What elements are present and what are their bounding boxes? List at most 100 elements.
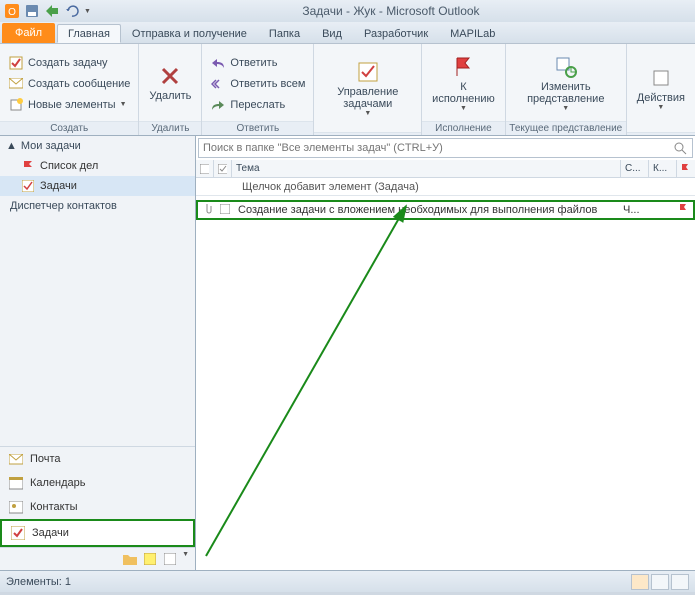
- create-task-label: Создать задачу: [28, 57, 108, 69]
- group-create: Создать задачу Создать сообщение Новые э…: [0, 44, 139, 135]
- svg-text:O: O: [8, 7, 16, 18]
- followup-button[interactable]: К исполнению ▼: [426, 53, 501, 115]
- manage-tasks-button[interactable]: Управление задачами ▼: [318, 58, 417, 120]
- flag-icon: [20, 158, 36, 174]
- save-icon[interactable]: [24, 3, 40, 19]
- new-items-icon: [8, 97, 24, 113]
- change-view-button[interactable]: Изменить представление ▼: [510, 53, 622, 115]
- quick-access-toolbar: O ▼: [4, 3, 91, 19]
- undo-icon[interactable]: [64, 3, 80, 19]
- tab-mapilab[interactable]: MAPILab: [439, 24, 506, 43]
- sendall-icon[interactable]: [44, 3, 60, 19]
- col-c[interactable]: С...: [621, 160, 649, 177]
- sidebar-item-todolist[interactable]: Список дел: [0, 156, 195, 176]
- new-task-row[interactable]: Щелчок добавит элемент (Задача): [196, 178, 695, 196]
- change-view-label: Изменить представление: [516, 81, 616, 105]
- create-task-button[interactable]: Создать задачу: [4, 53, 134, 73]
- delete-button[interactable]: Удалить: [143, 62, 197, 104]
- task-row[interactable]: Создание задачи с вложением необходимых …: [196, 200, 695, 220]
- replyall-button[interactable]: Ответить всем: [206, 74, 309, 94]
- group-manage-label: [314, 132, 421, 135]
- forward-icon: [210, 97, 226, 113]
- nav-mail[interactable]: Почта: [0, 447, 195, 471]
- chevron-down-icon: ▼: [120, 101, 127, 108]
- create-message-button[interactable]: Создать сообщение: [4, 74, 134, 94]
- status-items: Элементы: 1: [6, 576, 71, 588]
- nav-contacts-label: Контакты: [30, 501, 78, 513]
- tab-file[interactable]: Файл: [2, 23, 55, 43]
- group-reply-label: Ответить: [202, 121, 313, 135]
- view-reading-button[interactable]: [651, 574, 669, 590]
- group-reply: Ответить Ответить всем Переслать Ответит…: [202, 44, 314, 135]
- group-actions-label: [627, 132, 695, 135]
- chevron-down-icon: ▼: [562, 105, 569, 113]
- chevron-down-icon: ▼: [657, 104, 664, 112]
- task-attachment-icon: [198, 203, 216, 218]
- tab-developer[interactable]: Разработчик: [353, 24, 439, 43]
- nav-tasks[interactable]: Задачи: [0, 519, 195, 547]
- forward-button[interactable]: Переслать: [206, 95, 309, 115]
- sidebar-item-tasks[interactable]: Задачи: [0, 176, 195, 196]
- col-complete[interactable]: [214, 160, 232, 177]
- actions-button[interactable]: Действия ▼: [631, 64, 691, 114]
- create-message-label: Создать сообщение: [28, 78, 130, 90]
- group-exec: К исполнению ▼ Исполнение: [422, 44, 506, 135]
- column-headers: Тема С... К...: [196, 160, 695, 178]
- new-items-button[interactable]: Новые элементы▼: [4, 95, 134, 115]
- replyall-label: Ответить всем: [230, 78, 305, 90]
- actions-icon: [649, 66, 673, 90]
- reply-label: Ответить: [230, 57, 277, 69]
- contact-dispatcher[interactable]: Диспетчер контактов: [0, 196, 195, 216]
- group-exec-label: Исполнение: [422, 121, 505, 135]
- reply-icon: [210, 55, 226, 71]
- reply-button[interactable]: Ответить: [206, 53, 309, 73]
- nav-contacts[interactable]: Контакты: [0, 495, 195, 519]
- group-create-label: Создать: [0, 121, 138, 135]
- group-actions: Действия ▼: [627, 44, 695, 135]
- col-subject[interactable]: Тема: [232, 160, 621, 177]
- status-bar: Элементы: 1: [0, 570, 695, 592]
- shortcuts-icon[interactable]: [162, 551, 178, 567]
- task-complete-checkbox[interactable]: [216, 204, 234, 217]
- view-normal-button[interactable]: [631, 574, 649, 590]
- search-box[interactable]: [198, 138, 693, 158]
- mail-icon: [8, 451, 24, 467]
- tab-view[interactable]: Вид: [311, 24, 353, 43]
- tab-home[interactable]: Главная: [57, 24, 121, 43]
- col-flag[interactable]: [677, 160, 695, 177]
- tab-sendreceive[interactable]: Отправка и получение: [121, 24, 258, 43]
- search-icon[interactable]: [672, 140, 688, 156]
- view-todo-button[interactable]: [671, 574, 689, 590]
- view-switcher: [631, 574, 689, 590]
- nav-mail-label: Почта: [30, 453, 61, 465]
- change-view-icon: [554, 55, 578, 79]
- tab-folder[interactable]: Папка: [258, 24, 311, 43]
- expand-icon: ▲: [6, 140, 17, 152]
- search-input[interactable]: [203, 142, 672, 154]
- title-bar: O ▼ Задачи - Жук - Microsoft Outlook: [0, 0, 695, 22]
- task-icon: [8, 55, 24, 71]
- calendar-icon: [8, 475, 24, 491]
- actions-label: Действия: [637, 92, 685, 104]
- nav-calendar[interactable]: Календарь: [0, 471, 195, 495]
- main-area: ▲Мои задачи Список дел Задачи Диспетчер …: [0, 136, 695, 570]
- nav-config-icon[interactable]: ▼: [182, 551, 189, 567]
- col-k[interactable]: К...: [649, 160, 677, 177]
- nav-shortcuts: ▼: [0, 547, 195, 570]
- task-icon: [10, 525, 26, 541]
- group-manage: Управление задачами ▼: [314, 44, 422, 135]
- task-flag-icon[interactable]: [675, 204, 693, 217]
- outlook-icon: O: [4, 3, 20, 19]
- forward-label: Переслать: [230, 99, 285, 111]
- folder-icon[interactable]: [122, 551, 138, 567]
- col-icon[interactable]: [196, 160, 214, 177]
- notes-icon[interactable]: [142, 551, 158, 567]
- chevron-down-icon: ▼: [364, 110, 371, 118]
- todolist-label: Список дел: [40, 160, 98, 172]
- my-tasks-header[interactable]: ▲Мои задачи: [0, 136, 195, 156]
- replyall-icon: [210, 76, 226, 92]
- window-title: Задачи - Жук - Microsoft Outlook: [91, 4, 691, 18]
- nav-tasks-label: Задачи: [32, 527, 69, 539]
- navigation-pane: ▲Мои задачи Список дел Задачи Диспетчер …: [0, 136, 196, 570]
- qat-dropdown-icon[interactable]: ▼: [84, 8, 91, 15]
